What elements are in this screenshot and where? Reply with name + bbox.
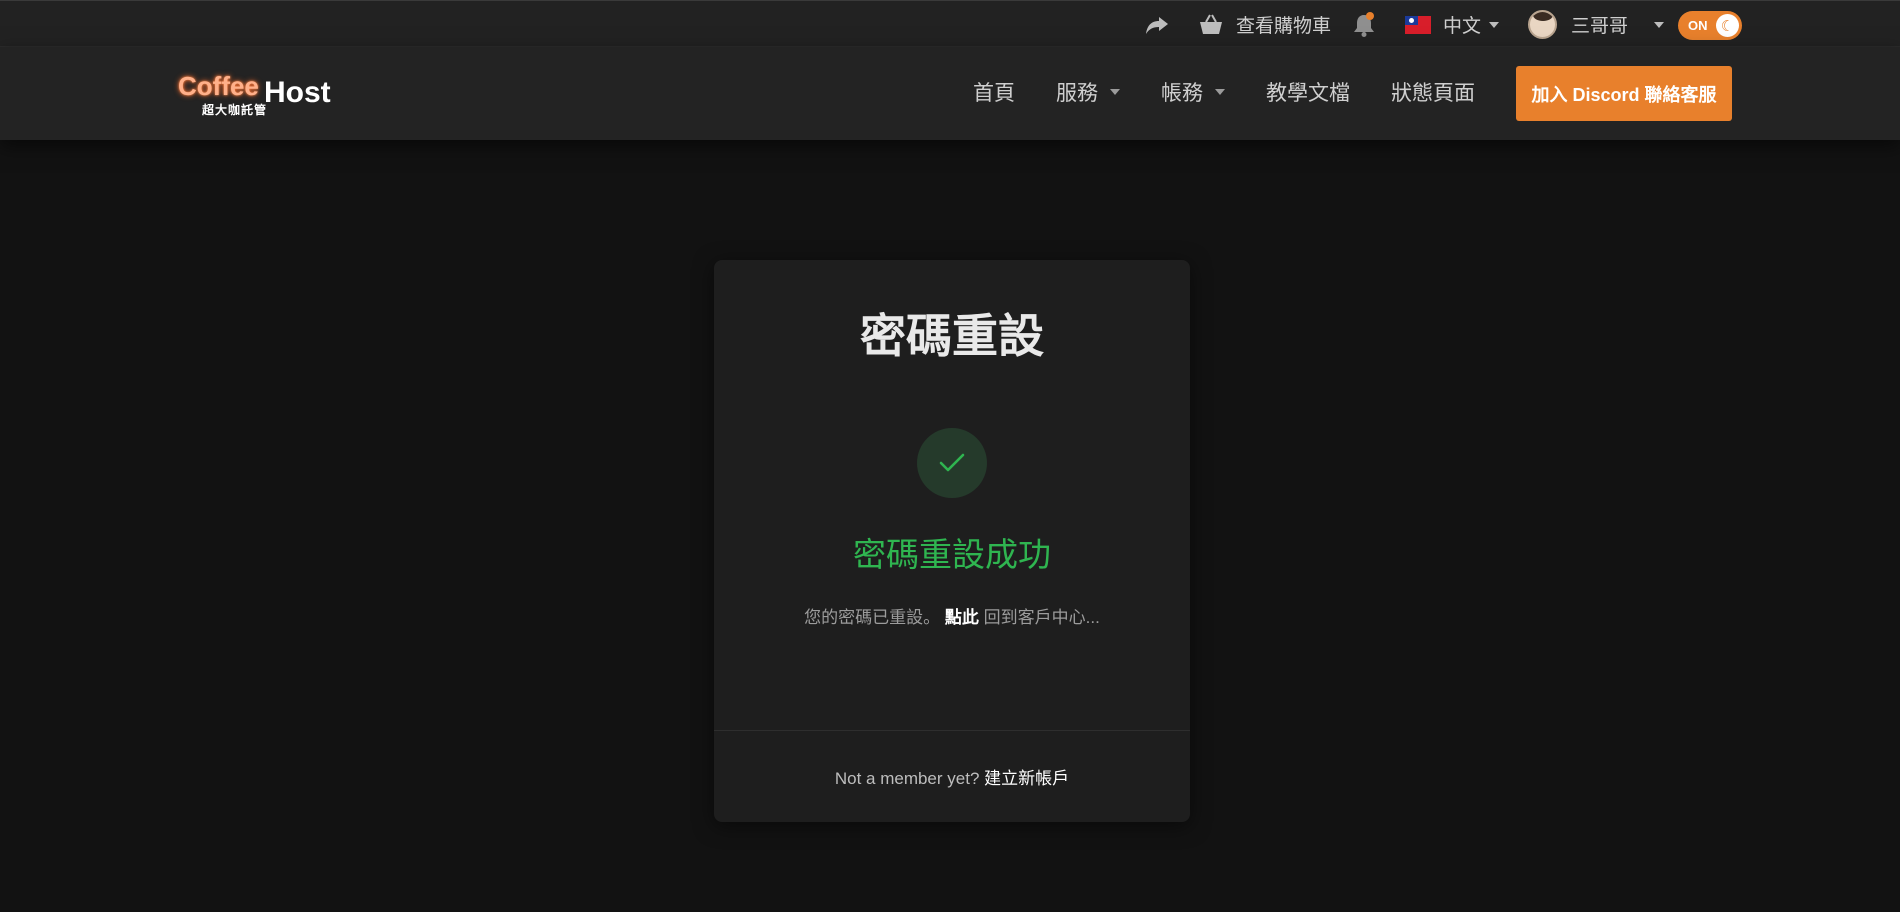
nav-docs[interactable]: 教學文檔 bbox=[1266, 77, 1350, 107]
info-message: 您的密碼已重設。 點此 回到客戶中心... bbox=[714, 603, 1190, 628]
nav-services-label: 服務 bbox=[1056, 82, 1098, 105]
view-cart-link[interactable]: 查看購物車 bbox=[1198, 1, 1331, 48]
nav-status-label: 狀態頁面 bbox=[1391, 82, 1475, 105]
notification-dot bbox=[1366, 12, 1374, 20]
logo-host-text: Host bbox=[264, 76, 331, 109]
click-here-link[interactable]: 點此 bbox=[945, 608, 979, 627]
success-badge bbox=[917, 428, 987, 498]
taiwan-flag-icon bbox=[1405, 15, 1431, 34]
main-navbar: Coffee Host 超大咖託管 首頁 服務 帳務 教學文檔 狀態頁面 加入 … bbox=[0, 47, 1900, 140]
moon-icon: ☾ bbox=[1716, 14, 1739, 37]
password-reset-card: 密碼重設 密碼重設成功 您的密碼已重設。 點此 回到客戶中心... Not a … bbox=[714, 260, 1190, 822]
nav-docs-label: 教學文檔 bbox=[1266, 82, 1350, 105]
checkmark-icon bbox=[939, 453, 965, 472]
notifications-button[interactable] bbox=[1353, 1, 1375, 48]
info-prefix: 您的密碼已重設。 bbox=[804, 608, 941, 627]
logo-subtitle: 超大咖託管 bbox=[202, 103, 268, 117]
avatar bbox=[1528, 10, 1557, 39]
nav-home-label: 首頁 bbox=[973, 82, 1015, 105]
chevron-down-icon bbox=[1215, 89, 1225, 95]
nav-home[interactable]: 首頁 bbox=[973, 77, 1015, 107]
user-menu[interactable]: 三哥哥 bbox=[1528, 1, 1665, 48]
create-account-link[interactable]: 建立新帳戶 bbox=[984, 769, 1069, 788]
view-cart-label: 查看購物車 bbox=[1236, 16, 1332, 37]
page-title: 密碼重設 bbox=[860, 310, 1044, 362]
nav-status[interactable]: 狀態頁面 bbox=[1391, 77, 1475, 107]
chevron-down-icon bbox=[1489, 21, 1500, 28]
nav-billing-label: 帳務 bbox=[1161, 82, 1203, 105]
user-name: 三哥哥 bbox=[1571, 16, 1629, 37]
share-icon bbox=[1146, 16, 1168, 34]
chevron-down-icon bbox=[1110, 89, 1120, 95]
join-discord-button[interactable]: 加入 Discord 聯絡客服 bbox=[1516, 66, 1732, 121]
back-to-client-area-link[interactable]: 回到客戶中心... bbox=[984, 608, 1100, 627]
language-label: 中文 bbox=[1443, 16, 1482, 37]
signup-prompt-text: Not a member yet? bbox=[834, 769, 980, 788]
dark-mode-toggle[interactable]: ON ☾ bbox=[1678, 11, 1742, 40]
share-button[interactable] bbox=[1145, 1, 1169, 48]
nav-services[interactable]: 服務 bbox=[1056, 77, 1120, 107]
language-selector[interactable]: 中文 bbox=[1405, 1, 1500, 48]
signup-prompt: Not a member yet? 建立新帳戶 bbox=[714, 764, 1190, 789]
nav-billing[interactable]: 帳務 bbox=[1161, 77, 1225, 107]
basket-icon bbox=[1200, 14, 1222, 34]
top-utility-bar: 查看購物車 中文 三哥哥 ON ☾ bbox=[0, 0, 1900, 47]
chevron-down-icon bbox=[1654, 21, 1665, 28]
logo-coffee-text: Coffee bbox=[178, 71, 259, 101]
toggle-label: ON bbox=[1688, 18, 1708, 33]
site-logo[interactable]: Coffee Host 超大咖託管 bbox=[178, 71, 338, 117]
success-message: 密碼重設成功 bbox=[853, 536, 1051, 573]
card-divider bbox=[714, 730, 1190, 731]
